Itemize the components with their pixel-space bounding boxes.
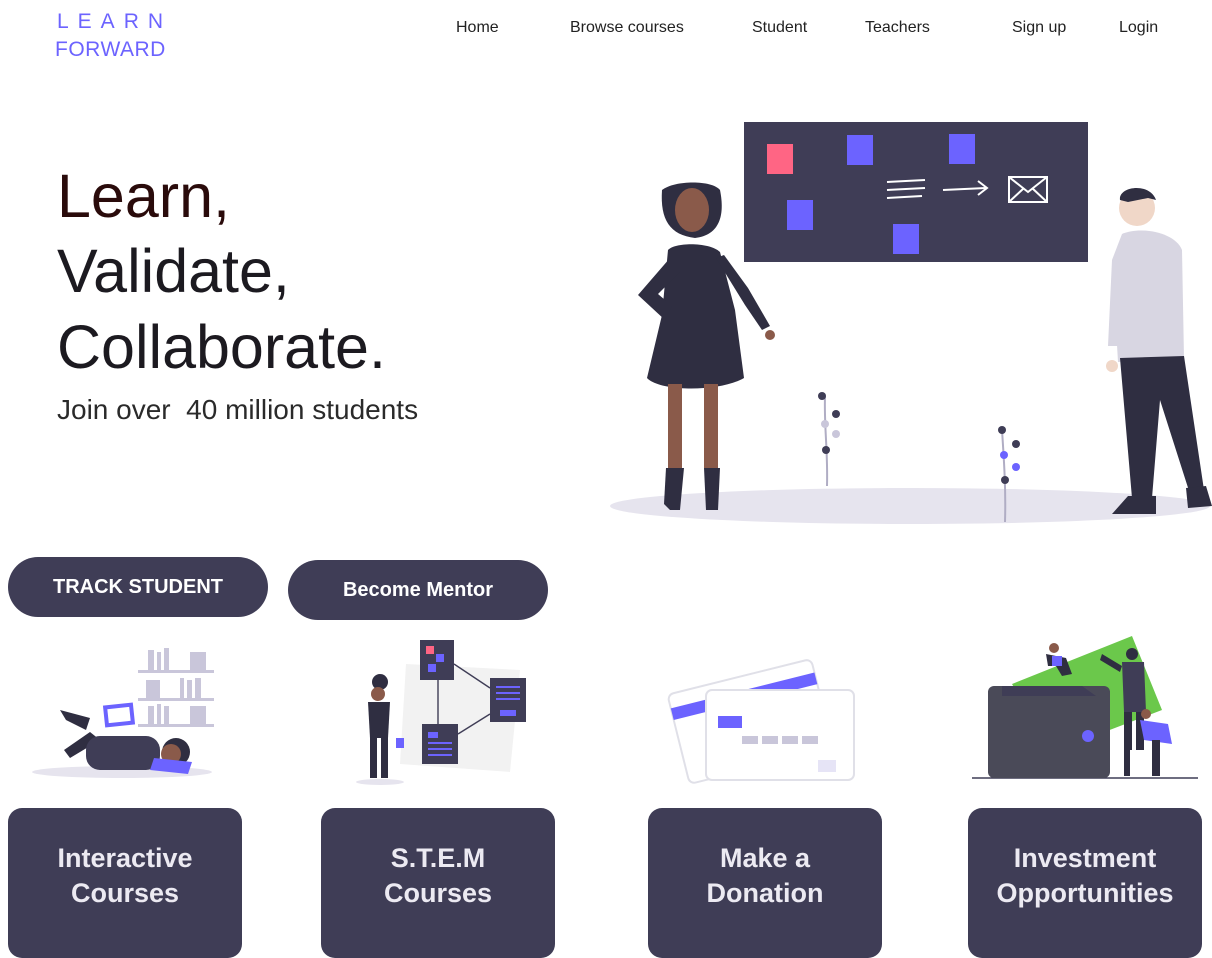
card-label: Interactive Courses [57, 843, 193, 908]
card-label: S.T.E.M Courses [383, 843, 493, 908]
card-interactive-courses[interactable]: Interactive Courses [8, 808, 242, 958]
logo-line-learn[interactable]: LEARN [57, 10, 172, 34]
nav-sign-up[interactable]: Sign up [1012, 19, 1066, 37]
nav-login[interactable]: Login [1119, 19, 1158, 37]
nav-teachers[interactable]: Teachers [865, 19, 930, 37]
card-stem-courses[interactable]: S.T.E.M Courses [321, 808, 555, 958]
nav-student[interactable]: Student [752, 19, 807, 37]
nav-browse-courses[interactable]: Browse courses [570, 19, 684, 37]
card-investment-opportunities[interactable]: Investment Opportunities [968, 808, 1202, 958]
nav-home[interactable]: Home [456, 19, 499, 37]
card-label: Make a Donation [706, 843, 824, 908]
become-mentor-button[interactable]: Become Mentor [288, 560, 548, 620]
hero-title-validate: Validate, [57, 237, 290, 305]
logo-line-forward[interactable]: FORWARD [55, 38, 166, 62]
card-label: Investment Opportunities [996, 843, 1174, 908]
wallet-illustration [972, 632, 1198, 784]
hero-title-learn: Learn, [57, 162, 230, 230]
track-student-button[interactable]: TRACK STUDENT [8, 557, 268, 617]
hero-title-collaborate: Collaborate. [57, 313, 386, 381]
hero-subtitle: Join over 40 million students [57, 394, 419, 425]
credit-card-illustration [666, 644, 858, 784]
flowchart-illustration [350, 634, 540, 788]
card-make-donation[interactable]: Make a Donation [648, 808, 882, 958]
presentation-illustration [600, 110, 1212, 530]
reading-illustration [30, 640, 230, 782]
